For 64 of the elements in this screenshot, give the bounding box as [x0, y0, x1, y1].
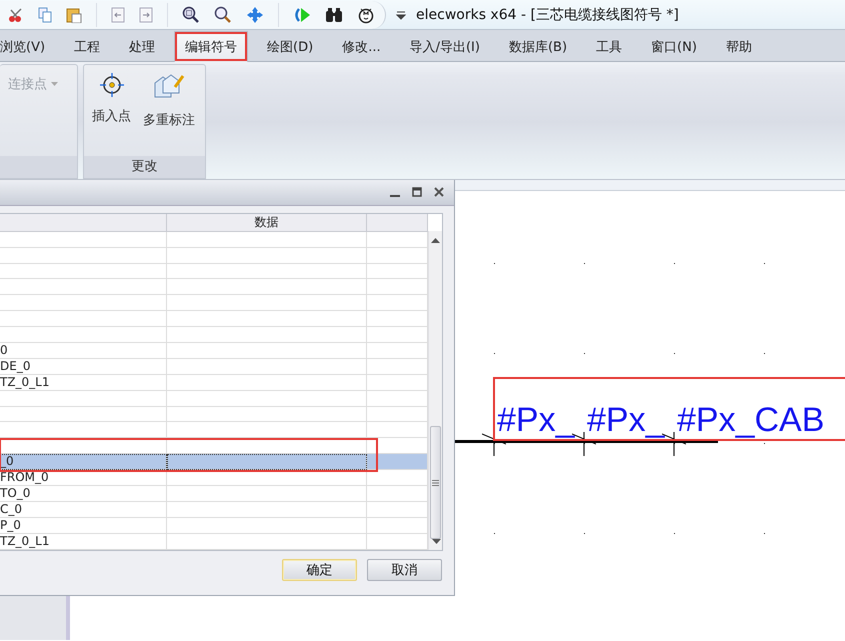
scrollbar[interactable]: [428, 231, 442, 550]
table-cell: DE_0: [0, 358, 167, 375]
menu-tab[interactable]: 工程: [64, 31, 110, 62]
scrollbar-thumb[interactable]: [430, 426, 441, 539]
insert-point-button[interactable]: 插入点: [92, 71, 131, 127]
table-row[interactable]: _0: [0, 454, 428, 470]
table-cell: [367, 454, 428, 470]
customize-toolbar-icon[interactable]: [396, 10, 406, 20]
page-back-icon[interactable]: [111, 6, 125, 22]
copy-icon[interactable]: [38, 6, 52, 22]
maximize-icon: [412, 187, 422, 197]
group-label: 更改: [84, 156, 205, 178]
stopwatch-icon[interactable]: [357, 6, 375, 24]
pan-icon[interactable]: [246, 6, 264, 24]
menu-tab[interactable]: 导入/导出(I): [400, 31, 490, 62]
table-row[interactable]: TZ_0_L1: [0, 534, 428, 550]
close-button[interactable]: [434, 187, 444, 197]
menu-tab[interactable]: 帮助: [716, 31, 762, 62]
table-cell: 0: [0, 342, 167, 359]
attribute-label: #Px_: [497, 403, 574, 437]
table-row[interactable]: TZ_0_L1: [0, 374, 428, 391]
table-cell: FROM_0: [0, 470, 167, 486]
caret-icon: [51, 82, 58, 86]
table-row[interactable]: [0, 422, 428, 438]
menu-tab[interactable]: 窗口(N): [641, 31, 707, 62]
play-arrows-icon[interactable]: [293, 6, 311, 24]
menu-tab[interactable]: 修改...: [332, 31, 391, 62]
minimize-icon: [390, 195, 400, 197]
attribute-label: #Px_CAB: [677, 403, 824, 437]
scissors-icon[interactable]: [8, 6, 24, 22]
table-row[interactable]: DE_0: [0, 358, 428, 375]
menu-tab[interactable]: 工具: [586, 31, 632, 62]
table-cell: TO_0: [0, 486, 167, 502]
attribute-label: #Px_: [587, 403, 664, 437]
table-cell: P_0: [0, 518, 167, 534]
crosshair-icon: [100, 73, 124, 97]
menu-tab[interactable]: 数据库(B): [498, 31, 578, 62]
grip-icon: [432, 480, 439, 486]
maximize-button[interactable]: [412, 187, 422, 197]
table-row[interactable]: 0: [0, 342, 428, 359]
menu-tab[interactable]: 处理: [119, 31, 166, 62]
ok-button[interactable]: 确定: [282, 559, 357, 581]
column-header: 数据: [167, 214, 367, 231]
zoom-icon[interactable]: [214, 6, 232, 24]
table-row[interactable]: TO_0: [0, 486, 428, 502]
table-cell: C_0: [0, 502, 167, 518]
cancel-button[interactable]: 取消: [367, 559, 442, 581]
page-forward-icon[interactable]: [139, 6, 153, 22]
table-cell: TZ_0_L1: [0, 374, 167, 391]
menu-tab[interactable]: 编辑符号: [174, 31, 248, 62]
close-icon: [434, 187, 444, 197]
menu-tab[interactable]: 绘图(D): [257, 31, 324, 62]
scroll-up-icon[interactable]: [431, 238, 440, 243]
zoom-window-icon[interactable]: [182, 6, 200, 24]
paste-icon[interactable]: [66, 6, 82, 22]
table-cell: _0: [0, 454, 167, 470]
table-row[interactable]: C_0: [0, 502, 428, 518]
table-row[interactable]: P_0: [0, 518, 428, 534]
multi-tag-button[interactable]: 多重标注: [143, 71, 195, 131]
binoculars-icon[interactable]: [325, 6, 343, 22]
table-cell: TZ_0_L1: [0, 534, 167, 550]
menu-tab[interactable]: 浏览(V): [0, 31, 56, 62]
window-title: elecworks x64 - [三芯电缆接线图符号 *]: [416, 6, 679, 24]
table-row[interactable]: FROM_0: [0, 470, 428, 486]
